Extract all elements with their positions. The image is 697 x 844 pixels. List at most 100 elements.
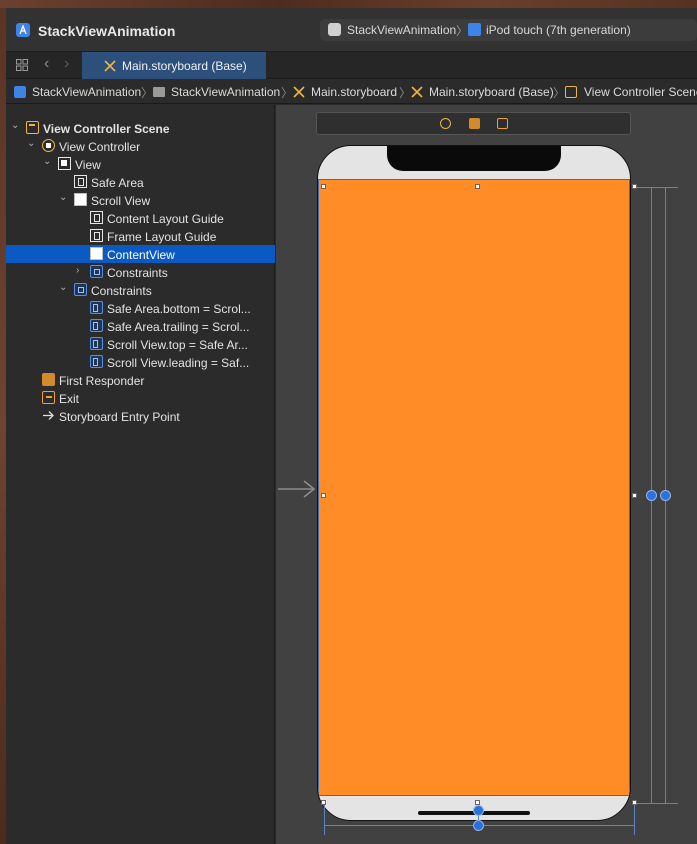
storyboard-entry-arrow-icon[interactable] — [276, 479, 316, 499]
outline-label: Safe Area.trailing = Scrol... — [107, 320, 250, 334]
resize-handle[interactable] — [632, 493, 637, 498]
outline-row-frame-layout-guide[interactable]: Frame Layout Guide — [6, 227, 275, 245]
breadcrumb-separator: 〉 — [141, 86, 154, 100]
constraint-badge-icon[interactable] — [646, 490, 657, 501]
constraint-badge-icon[interactable] — [473, 820, 484, 831]
resize-handle[interactable] — [321, 493, 326, 498]
storyboard-canvas[interactable] — [276, 105, 697, 844]
view-controller-icon — [42, 139, 55, 152]
outline-label: Constraints — [91, 284, 152, 298]
navigate-forward-button[interactable]: › — [64, 55, 69, 73]
outline-row-storyboard-entry-point[interactable]: Storyboard Entry Point — [6, 407, 275, 425]
storyboard-icon — [411, 86, 423, 98]
constraint-icon — [90, 319, 103, 332]
outline-row-view-constraints[interactable]: ⌄ Constraints — [6, 281, 275, 299]
outline-row-view-controller-scene[interactable]: ⌄ View Controller Scene — [6, 119, 275, 137]
scheme-device[interactable]: iPod touch (7th generation) — [486, 23, 631, 37]
exit-icon[interactable] — [497, 118, 508, 129]
disclosure-expanded-icon[interactable]: ⌄ — [11, 120, 19, 131]
disclosure-expanded-icon[interactable]: ⌄ — [59, 192, 67, 203]
outline-label: View Controller — [59, 140, 141, 154]
exit-icon — [42, 391, 55, 404]
resize-handle[interactable] — [475, 184, 480, 189]
view-icon — [58, 157, 71, 170]
outline-label: Content Layout Guide — [107, 212, 224, 226]
outline-row-safe-area[interactable]: Safe Area — [6, 173, 275, 191]
constraint-line — [324, 805, 325, 835]
layout-guide-icon — [90, 229, 103, 242]
project-icon — [14, 86, 26, 98]
outline-label: First Responder — [59, 374, 145, 388]
outline-row-view[interactable]: ⌄ View — [6, 155, 275, 173]
outline-row-constraint[interactable]: Scroll View.leading = Saf... — [6, 353, 275, 371]
folder-icon — [153, 87, 165, 97]
disclosure-collapsed-icon[interactable]: › — [76, 265, 79, 276]
breadcrumb-scene[interactable]: View Controller Scene — [584, 85, 697, 99]
scene-icon — [26, 121, 39, 134]
outline-label: View — [75, 158, 101, 172]
outline-row-first-responder[interactable]: First Responder — [6, 371, 275, 389]
view-controller-icon[interactable] — [440, 118, 451, 129]
constraint-icon — [90, 337, 103, 350]
layout-guide-icon — [90, 211, 103, 224]
outline-row-exit[interactable]: Exit — [6, 389, 275, 407]
jump-bar-breadcrumb: StackViewAnimation 〉 StackViewAnimation … — [6, 80, 697, 104]
tab-main-storyboard[interactable]: Main.storyboard (Base) — [82, 52, 266, 79]
document-outline: ⌄ View Controller Scene ⌄ View Controlle… — [6, 105, 275, 844]
outline-label: Exit — [59, 392, 80, 406]
constraint-icon — [90, 355, 103, 368]
disclosure-expanded-icon[interactable]: ⌄ — [43, 156, 51, 167]
constraint-badge-icon[interactable] — [660, 490, 671, 501]
outline-row-constraint[interactable]: Safe Area.trailing = Scrol... — [6, 317, 275, 335]
arrow-right-icon — [43, 411, 54, 420]
outline-label: Storyboard Entry Point — [59, 410, 180, 424]
iphone-device-frame[interactable] — [317, 145, 631, 821]
outline-label: Scroll View — [91, 194, 151, 208]
related-items-grid-icon[interactable] — [16, 59, 28, 71]
scene-dock — [316, 112, 631, 135]
scroll-view[interactable] — [318, 179, 630, 796]
outline-label: ContentView — [107, 248, 175, 262]
storyboard-icon — [104, 60, 116, 72]
outline-row-scroll-view[interactable]: ⌄ Scroll View — [6, 191, 275, 209]
xcode-project-icon — [16, 23, 30, 37]
outline-row-content-layout-guide[interactable]: Content Layout Guide — [6, 209, 275, 227]
scheme-selector[interactable]: StackViewAnimation 〉 iPod touch (7th gen… — [320, 19, 697, 41]
outline-label: Safe Area — [91, 176, 144, 190]
constraints-icon — [74, 283, 87, 296]
view-icon — [90, 247, 103, 260]
first-responder-icon[interactable] — [469, 118, 480, 129]
breadcrumb-separator: 〉 — [399, 86, 412, 100]
resize-handle[interactable] — [321, 184, 326, 189]
breadcrumb-storyboard[interactable]: Main.storyboard — [311, 85, 397, 99]
layout-guide-icon — [74, 175, 87, 188]
constraint-line — [634, 805, 635, 835]
outline-row-view-controller[interactable]: ⌄ View Controller — [6, 137, 275, 155]
outline-row-constraint[interactable]: Scroll View.top = Safe Ar... — [6, 335, 275, 353]
navigate-back-button[interactable]: ‹ — [44, 55, 49, 73]
project-title: StackViewAnimation — [38, 23, 176, 39]
outline-row-constraint[interactable]: Safe Area.bottom = Scrol... — [6, 299, 275, 317]
disclosure-expanded-icon[interactable]: ⌄ — [27, 138, 35, 149]
outline-label: Frame Layout Guide — [107, 230, 217, 244]
outline-label: View Controller Scene — [43, 122, 170, 136]
breadcrumb-separator: 〉 — [553, 86, 566, 100]
constraints-icon — [90, 265, 103, 278]
tab-label: Main.storyboard (Base) — [122, 59, 247, 73]
scheme-target-icon — [328, 23, 341, 36]
disclosure-expanded-icon[interactable]: ⌄ — [59, 282, 67, 293]
breadcrumb-project[interactable]: StackViewAnimation — [32, 85, 141, 99]
xcode-window: StackViewAnimation StackViewAnimation 〉 … — [6, 8, 697, 844]
constraint-line — [636, 803, 678, 804]
toolbar: StackViewAnimation StackViewAnimation 〉 … — [6, 8, 697, 52]
breadcrumb-separator: 〉 — [281, 86, 294, 100]
device-notch — [387, 146, 561, 171]
outline-row-content-view-constraints[interactable]: › Constraints — [6, 263, 275, 281]
breadcrumb-storyboard-base[interactable]: Main.storyboard (Base) — [429, 85, 554, 99]
outline-row-content-view[interactable]: ContentView — [6, 245, 275, 263]
constraint-badge-icon[interactable] — [473, 805, 484, 816]
scheme-separator: 〉 — [456, 24, 469, 38]
scheme-target[interactable]: StackViewAnimation — [347, 23, 456, 37]
constraint-icon — [90, 301, 103, 314]
breadcrumb-group[interactable]: StackViewAnimation — [171, 85, 280, 99]
